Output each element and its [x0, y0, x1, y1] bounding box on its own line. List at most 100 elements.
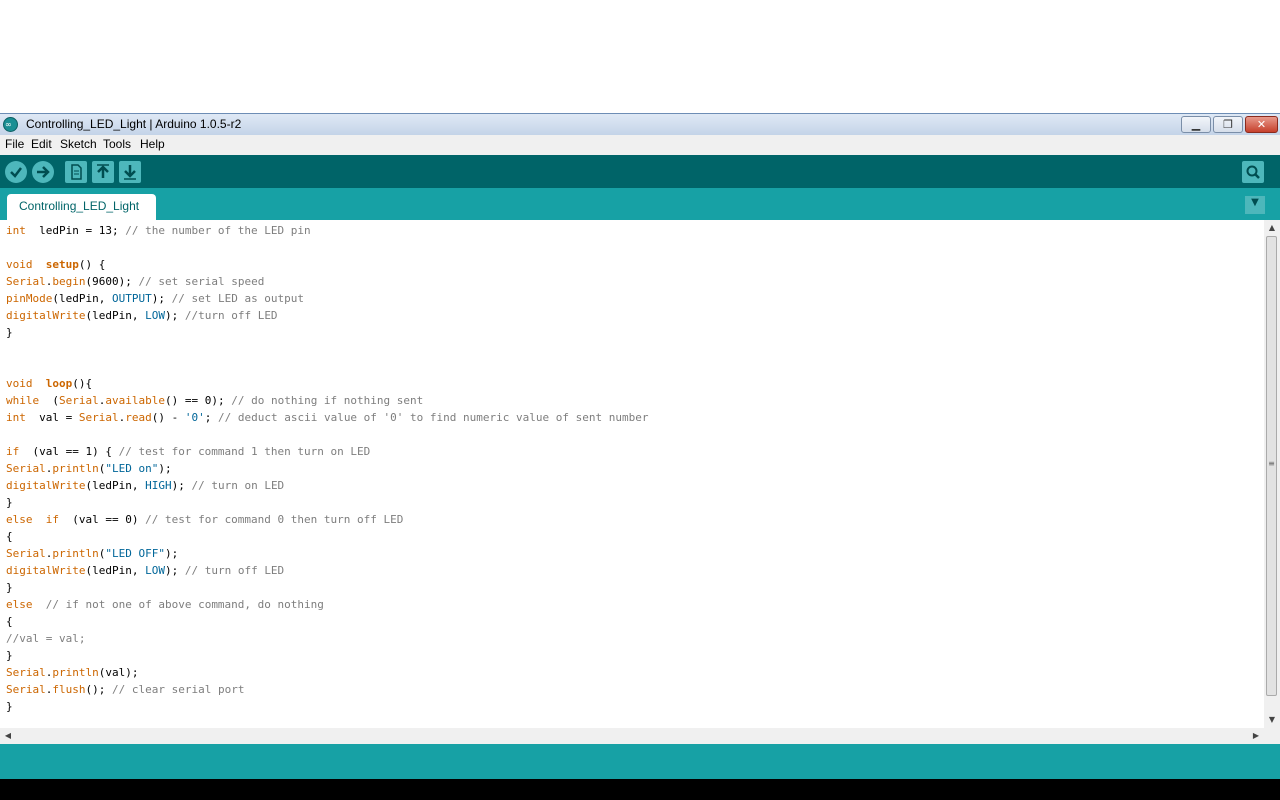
code-line[interactable]: Serial.println("LED OFF"); — [6, 545, 648, 562]
serial-monitor-icon — [1246, 165, 1260, 179]
code-token: (val == 0) — [59, 513, 146, 526]
code-line[interactable]: } — [6, 698, 648, 715]
verify-button[interactable] — [5, 161, 27, 183]
code-line[interactable]: digitalWrite(ledPin, LOW); // turn off L… — [6, 562, 648, 579]
code-token: () { — [78, 258, 106, 271]
code-token: else — [6, 513, 33, 526]
title-bar[interactable]: ∞ Controlling_LED_Light | Arduino 1.0.5-… — [0, 113, 1280, 135]
minimize-icon: ▁ — [1191, 118, 1201, 131]
minimize-button[interactable]: ▁ — [1181, 116, 1211, 133]
code-token: (ledPin, — [85, 479, 146, 492]
menu-help[interactable]: Help — [140, 137, 165, 151]
code-line[interactable]: int ledPin = 13; // the number of the LE… — [6, 222, 648, 239]
menu-tools[interactable]: Tools — [103, 137, 131, 151]
vertical-scrollbar[interactable]: ▲ ≡ ▼ — [1264, 220, 1280, 728]
code-line[interactable] — [6, 341, 648, 358]
code-line[interactable] — [6, 239, 648, 256]
vertical-scroll-thumb[interactable]: ≡ — [1266, 236, 1277, 696]
code-token: if — [6, 445, 20, 458]
code-line[interactable]: { — [6, 613, 648, 630]
serial-monitor-button[interactable] — [1242, 161, 1264, 183]
code-line[interactable]: if (val == 1) { // test for command 1 th… — [6, 443, 648, 460]
restore-icon: ❐ — [1223, 118, 1233, 131]
close-button[interactable]: ✕ — [1245, 116, 1278, 133]
code-token: // if not one of above command, do nothi… — [45, 598, 324, 611]
code-line[interactable]: pinMode(ledPin, OUTPUT); // set LED as o… — [6, 290, 648, 307]
code-token: LOW — [145, 564, 165, 577]
code-token: // clear serial port — [112, 683, 245, 696]
code-line[interactable] — [6, 358, 648, 375]
code-token: Serial — [6, 547, 46, 560]
open-icon — [97, 164, 109, 178]
code-text[interactable]: int ledPin = 13; // the number of the LE… — [6, 222, 648, 715]
code-token: Serial — [6, 275, 46, 288]
tab-menu-triangle-icon: ▼ — [1251, 197, 1259, 208]
code-token: int — [6, 411, 26, 424]
open-button[interactable] — [92, 161, 114, 183]
code-token: () == 0); — [164, 394, 232, 407]
code-line[interactable]: } — [6, 324, 648, 341]
code-token: int — [6, 224, 26, 237]
code-token: (ledPin, — [85, 309, 146, 322]
code-line[interactable]: { — [6, 528, 648, 545]
save-button[interactable] — [119, 161, 141, 183]
code-line[interactable]: void setup() { — [6, 256, 648, 273]
close-icon: ✕ — [1256, 118, 1267, 131]
code-editor[interactable]: int ledPin = 13; // the number of the LE… — [0, 220, 1264, 728]
code-token: // deduct ascii value of '0' to find num… — [217, 411, 649, 424]
code-line[interactable]: Serial.println("LED on"); — [6, 460, 648, 477]
code-line[interactable]: void loop(){ — [6, 375, 648, 392]
horizontal-scrollbar[interactable]: ◀ ▶ — [0, 728, 1264, 744]
code-token: ledPin = 13; — [25, 224, 126, 237]
scroll-right-icon[interactable]: ▶ — [1248, 728, 1264, 744]
code-token: // test for command 1 then turn on LED — [118, 445, 371, 458]
code-line[interactable]: //val = val; — [6, 630, 648, 647]
code-token: ); — [151, 292, 172, 305]
menu-file[interactable]: File — [5, 137, 24, 151]
scroll-left-icon[interactable]: ◀ — [0, 728, 16, 744]
code-token: // the number of the LED pin — [125, 224, 311, 237]
code-line[interactable]: } — [6, 647, 648, 664]
code-token: (val); — [98, 666, 139, 679]
tab-menu-button[interactable]: ▼ — [1245, 196, 1265, 214]
code-token: flush — [52, 683, 86, 696]
code-token: ); — [171, 479, 192, 492]
tab-controlling-led-light[interactable]: Controlling_LED_Light — [7, 194, 156, 220]
scroll-grip-icon: ≡ — [1268, 459, 1275, 468]
code-token: // test for command 0 then turn off LED — [145, 513, 404, 526]
status-bar — [0, 744, 1280, 779]
code-token: // set serial speed — [138, 275, 265, 288]
restore-button[interactable]: ❐ — [1213, 116, 1243, 133]
arduino-ide-window: ∞ Controlling_LED_Light | Arduino 1.0.5-… — [0, 113, 1280, 779]
code-token: val = — [25, 411, 79, 424]
code-line[interactable] — [6, 426, 648, 443]
code-token: while — [6, 394, 40, 407]
code-token: Serial — [6, 666, 46, 679]
code-line[interactable]: digitalWrite(ledPin, HIGH); // turn on L… — [6, 477, 648, 494]
code-line[interactable]: else if (val == 0) // test for command 0… — [6, 511, 648, 528]
menu-sketch[interactable]: Sketch — [60, 137, 97, 151]
code-line[interactable]: } — [6, 579, 648, 596]
code-token: (val == 1) { — [19, 445, 119, 458]
save-icon — [124, 165, 136, 180]
scroll-up-icon[interactable]: ▲ — [1264, 220, 1280, 236]
code-token: LOW — [145, 309, 165, 322]
code-line[interactable]: else // if not one of above command, do … — [6, 596, 648, 613]
code-line[interactable]: digitalWrite(ledPin, LOW); //turn off LE… — [6, 307, 648, 324]
code-line[interactable]: Serial.begin(9600); // set serial speed — [6, 273, 648, 290]
code-line[interactable]: Serial.println(val); — [6, 664, 648, 681]
upload-button[interactable] — [32, 161, 54, 183]
verify-icon — [10, 167, 22, 178]
code-line[interactable]: Serial.flush(); // clear serial port — [6, 681, 648, 698]
scroll-down-icon[interactable]: ▼ — [1264, 712, 1280, 728]
code-line[interactable]: } — [6, 494, 648, 511]
code-line[interactable]: while (Serial.available() == 0); // do n… — [6, 392, 648, 409]
new-button[interactable] — [65, 161, 87, 183]
menu-edit[interactable]: Edit — [31, 137, 52, 151]
code-token: { — [6, 530, 13, 543]
code-token: Serial — [78, 411, 119, 424]
code-line[interactable]: int val = Serial.read() - '0'; // deduct… — [6, 409, 648, 426]
